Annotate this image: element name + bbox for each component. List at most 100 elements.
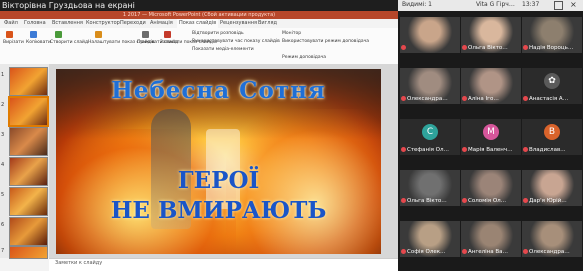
slide-number: 5 — [1, 192, 5, 198]
participant-tile[interactable]: Дар'я Юрій… — [522, 170, 582, 206]
slide-thumbnail[interactable] — [9, 67, 48, 96]
mic-muted-icon — [401, 198, 406, 203]
participant-name: Олександра… — [523, 249, 570, 256]
notes-field[interactable]: Заметки к слайду — [49, 258, 398, 271]
current-slide[interactable]: Небесна Сотня ГЕРОЇ НЕ ВМИРАЮТЬ — [56, 69, 381, 254]
slide-number: 2 — [1, 102, 5, 108]
participant-name: Владислав… — [523, 147, 566, 154]
tab-animations[interactable]: Анімація — [150, 19, 173, 28]
participant-name-text: Стефанія Ол… — [407, 147, 450, 153]
tab-home[interactable]: Головна — [24, 19, 46, 28]
mic-muted-icon — [401, 45, 406, 50]
participant-tile[interactable]: ✿ Анастасія А… — [522, 68, 582, 104]
custom-show-icon[interactable] — [95, 31, 102, 38]
slide-thumbnail[interactable] — [9, 157, 48, 186]
participant-avatar: C — [422, 124, 438, 140]
cut-icon[interactable] — [6, 31, 13, 38]
new-slide-icon[interactable] — [55, 31, 62, 38]
participant-tile[interactable]: Олександра… — [522, 221, 582, 257]
participant-name: Стефанія Ол… — [401, 147, 449, 154]
participant-tile[interactable]: M Марія Валенч… — [461, 119, 521, 155]
mic-muted-icon — [462, 249, 467, 254]
participant-name: Дар'я Юрій… — [523, 198, 567, 205]
mic-muted-icon — [523, 45, 528, 50]
participant-tile[interactable]: Ольга Вікто… — [461, 17, 521, 53]
participant-name-text: Ольга Вікто… — [407, 198, 447, 204]
slide-editing-area: Небесна Сотня ГЕРОЇ НЕ ВМИРАЮТЬ — [49, 64, 398, 258]
participant-tile[interactable]: Ольга Вікто… — [400, 170, 460, 206]
tab-file[interactable]: Файл — [4, 19, 18, 28]
mic-muted-icon — [523, 249, 528, 254]
mic-muted-icon — [401, 96, 406, 101]
use-timings-label[interactable]: Використовувати час показу слайдів — [192, 39, 280, 44]
participant-name: Анастасія А… — [523, 96, 568, 103]
participant-tile[interactable]: Соломія Ол… — [461, 170, 521, 206]
slide-number: 3 — [1, 132, 5, 138]
ribbon-tabs: Файл Головна Вставлення Конструктор Пере… — [0, 19, 398, 28]
cut-label: Вирізати — [3, 40, 24, 45]
slide-thumbnail[interactable] — [9, 217, 48, 246]
participant-name-text: Олександра… — [529, 249, 570, 255]
participant-tile[interactable]: Аліна Іго… — [461, 68, 521, 104]
mic-muted-icon — [462, 198, 467, 203]
participant-tile[interactable]: Ангеліна Ва… — [461, 221, 521, 257]
copy-label: Копіювати — [26, 40, 51, 45]
participant-tile[interactable]: Олександра… — [400, 68, 460, 104]
participant-name-text: Дар'я Юрій… — [529, 198, 567, 204]
participant-name: Ангеліна Ва… — [462, 249, 508, 256]
powerpoint-window: 1 2017 — Microsoft PowerPoint (Сбой акти… — [0, 11, 398, 271]
participant-name: Аліна Іго… — [462, 96, 499, 103]
participant-tile[interactable]: C Стефанія Ол… — [400, 119, 460, 155]
tab-transitions[interactable]: Переходи — [120, 19, 146, 28]
participant-name-text: Олександра… — [407, 96, 448, 102]
participant-tile[interactable]: Надія Вороць… — [522, 17, 582, 53]
participant-name: Софія Олек… — [401, 249, 446, 256]
slide-thumbnails-panel[interactable]: 1 2 3 4 5 6 7 — [0, 64, 50, 259]
participant-name — [401, 45, 407, 52]
monitor-label[interactable]: Монітор — [282, 31, 301, 36]
slide-thumbnail[interactable] — [9, 127, 48, 156]
mic-muted-icon — [523, 147, 528, 152]
participant-avatar: M — [483, 124, 499, 140]
participant-name-text: Аліна Іго… — [468, 96, 499, 102]
visible-count: Видимі: 1 — [402, 1, 433, 8]
record-icon[interactable] — [164, 31, 171, 38]
shared-screen: Вікторівна Груздьова на екрані 1 2017 — … — [0, 0, 400, 271]
participant-name-text: Соломія Ол… — [468, 198, 507, 204]
close-icon[interactable]: × — [570, 0, 577, 9]
tab-insert[interactable]: Вставлення — [52, 19, 83, 28]
tab-view[interactable]: Вигляд — [258, 19, 277, 28]
slide-thumbnail-selected[interactable] — [8, 96, 49, 127]
participant-tile[interactable]: B Владислав… — [522, 119, 582, 155]
participants-gallery: Видимі: 1 Vita G Гірч… 13:37 × Ольга Вік… — [398, 0, 583, 271]
participant-name-text: Анастасія А… — [529, 96, 569, 102]
participant-tile[interactable] — [400, 17, 460, 53]
play-narration-label[interactable]: Відтворити розповідь — [192, 31, 244, 36]
participant-name: Надія Вороць… — [523, 45, 573, 52]
mic-muted-icon — [401, 249, 406, 254]
new-slide-label: Створити слайд — [50, 40, 89, 45]
participant-name: Ольга Вікто… — [462, 45, 508, 52]
tab-review[interactable]: Рецензування — [220, 19, 257, 28]
slide-number: 1 — [1, 72, 5, 78]
copy-icon[interactable] — [30, 31, 37, 38]
tab-slideshow[interactable]: Показ слайдів — [177, 19, 219, 28]
participant-video — [400, 17, 460, 53]
participant-name-text: Надія Вороць… — [529, 45, 574, 51]
participant-name-text: Владислав… — [529, 147, 566, 153]
participant-avatar: ✿ — [544, 73, 560, 89]
speaker-name: Vita G Гірч… — [476, 1, 515, 8]
hide-slide-icon[interactable] — [142, 31, 149, 38]
participant-name: Ольга Вікто… — [401, 198, 447, 205]
slide-number: 4 — [1, 162, 5, 168]
tab-design[interactable]: Конструктор — [86, 19, 120, 28]
presenter-view-toggle[interactable]: Використовувати режим доповідача — [282, 39, 369, 44]
restore-icon[interactable] — [554, 1, 563, 10]
clock-time: 13:37 — [522, 1, 540, 8]
participant-tile[interactable]: Софія Олек… — [400, 221, 460, 257]
slide-thumbnail[interactable] — [9, 246, 48, 259]
slide-thumbnail[interactable] — [9, 187, 48, 216]
participant-name: Соломія Ол… — [462, 198, 506, 205]
slide-number: 7 — [1, 248, 5, 254]
show-media-label[interactable]: Показати медіа-елементи — [192, 47, 254, 52]
